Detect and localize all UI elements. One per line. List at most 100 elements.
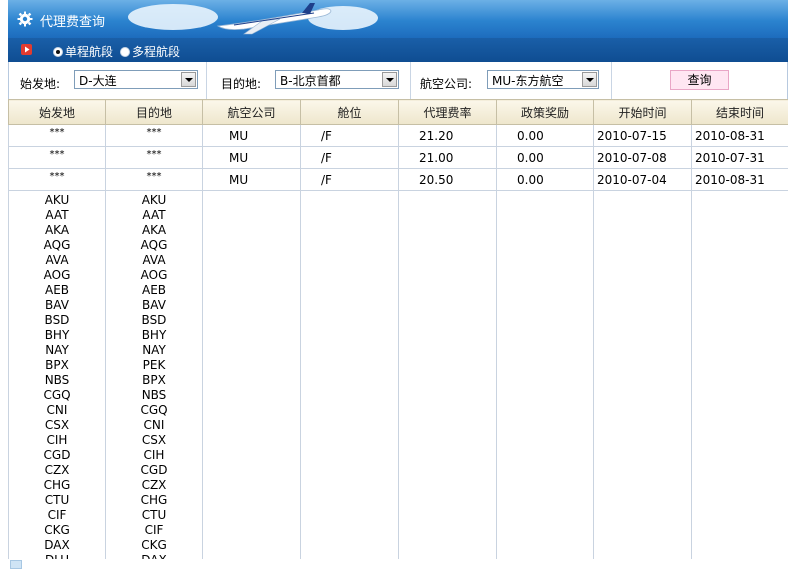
destination-code-item: CIF [144,523,164,537]
table-cell: /F [300,168,399,191]
column-header[interactable]: 结束时间 [691,99,788,125]
airport-code-row: AKU AAT AKA AQG AVA AOG AEB BAV BSD BHY NAY BPX NBS C… [8,190,788,559]
table-cell: 0.00 [496,146,594,169]
origin-code-item: CSX [44,418,70,432]
chevron-down-icon[interactable] [181,72,196,87]
destination-code-item: BSD [141,313,167,327]
destination-label: 目的地: [221,77,262,91]
origin-code-item: AEB [44,283,70,297]
origin-code-item: NBS [44,373,70,387]
origin-code-item: BAV [45,298,69,312]
column-header[interactable]: 代理费率 [398,99,497,125]
divider [410,62,411,99]
destination-code-item: BHY [141,328,167,342]
results-table: 始发地 目的地 航空公司 舱位 代理费率 政策奖励 开始时间 结束时间 *** … [8,99,788,559]
empty-column [202,190,301,559]
radio-single-segment[interactable]: 单程航段 [53,43,113,60]
origin-code-item: AOG [43,268,71,282]
origin-code-item: CIF [47,508,67,522]
chevron-down-icon[interactable] [582,72,597,87]
masked-origin: *** [49,127,65,138]
table-cell: 2010-08-31 [691,168,788,191]
destination-code-item: CNI [143,418,165,432]
table-cell: MU [202,168,301,191]
table-cell: 2010-07-15 [593,124,692,147]
table-row[interactable]: *** *** MU /F 21.20 0.00 2010-07-15 2010… [8,124,788,147]
destination-code-item: CKG [141,538,167,552]
origin-code-item: CGD [43,448,71,462]
radio-label: 单程航段 [65,45,114,59]
table-cell: *** [105,146,203,169]
destination-code-item: PEK [142,358,166,372]
column-header[interactable]: 目的地 [105,99,203,125]
origin-select[interactable]: D-大连 [74,70,198,89]
destination-code-item: AAT [142,208,166,222]
empty-column [496,190,594,559]
origin-code-item: AQG [43,238,71,252]
origin-code-item: CKG [44,523,70,537]
chevron-down-icon[interactable] [382,72,397,87]
origin-code-item: CGQ [43,388,71,402]
table-row[interactable]: *** *** MU /F 21.00 0.00 2010-07-08 2010… [8,146,788,169]
origin-code-item: DLU [9,553,105,559]
divider [611,62,612,99]
destination-code-list: AKU AAT AKA AQG AVA AOG AEB BAV BSD BHY NAY PEK BPX N… [106,193,202,559]
destination-code-item: CHG [140,493,168,507]
destination-code-item: CSX [141,433,167,447]
empty-column [691,190,788,559]
table-row[interactable]: *** *** MU /F 20.50 0.00 2010-07-04 2010… [8,168,788,191]
destination-code-item: NAY [142,343,166,357]
column-header[interactable]: 政策奖励 [496,99,594,125]
destination-select-value: B-北京首都 [280,74,341,88]
query-button[interactable]: 查询 [670,70,729,90]
origin-code-item: CZX [44,463,70,477]
column-header[interactable]: 舱位 [300,99,399,125]
destination-select[interactable]: B-北京首都 [275,70,399,89]
airline-select[interactable]: MU-东方航空 [487,70,599,89]
empty-column [300,190,399,559]
airline-label: 航空公司: [420,77,473,91]
origin-code-item: CNI [46,403,68,417]
masked-origin: *** [49,171,65,182]
origin-code-item: AVA [45,253,69,267]
destination-code-item: BAV [142,298,166,312]
table-cell: 2010-07-08 [593,146,692,169]
filter-row: 始发地: D-大连 目的地: B-北京首都 航空公司: MU-东方航空 查询 [8,62,788,100]
origin-code-item: AKU [44,193,70,207]
destination-code-item: AOG [140,268,168,282]
origin-select-value: D-大连 [79,74,117,88]
destination-code-item: CTU [141,508,167,522]
table-cell: 21.00 [398,146,497,169]
divider [206,62,207,99]
airplane-banner-icon [216,3,332,35]
cloud-decoration [128,4,218,30]
radio-multi-segment[interactable]: 多程航段 [120,43,180,60]
masked-destination: *** [146,149,162,160]
table-cell: *** [8,146,106,169]
results-table-wrapper: 始发地 目的地 航空公司 舱位 代理费率 政策奖励 开始时间 结束时间 *** … [8,99,788,559]
destination-code-item: AEB [141,283,167,297]
trip-type-bar: 单程航段 多程航段 [8,38,788,62]
origin-label: 始发地: [20,77,61,91]
column-header[interactable]: 开始时间 [593,99,692,125]
table-cell: /F [300,124,399,147]
masked-origin: *** [49,149,65,160]
radio-button[interactable] [120,46,130,57]
table-cell: /F [300,146,399,169]
destination-code-item: AVA [142,253,166,267]
destination-code-item: AKU [141,193,167,207]
gear-icon [17,11,33,27]
table-cell: MU [202,146,301,169]
table-cell: *** [105,124,203,147]
destination-code-item: CGD [140,463,168,477]
resize-grip-icon [10,560,22,569]
table-cell: 0.00 [496,124,594,147]
column-header[interactable]: 航空公司 [202,99,301,125]
masked-destination: *** [146,127,162,138]
page-title: 代理费查询 [40,15,106,30]
origin-code-item: BHY [44,328,70,342]
table-cell: *** [105,168,203,191]
column-header[interactable]: 始发地 [8,99,106,125]
table-cell: *** [8,168,106,191]
radio-button[interactable] [53,46,63,57]
